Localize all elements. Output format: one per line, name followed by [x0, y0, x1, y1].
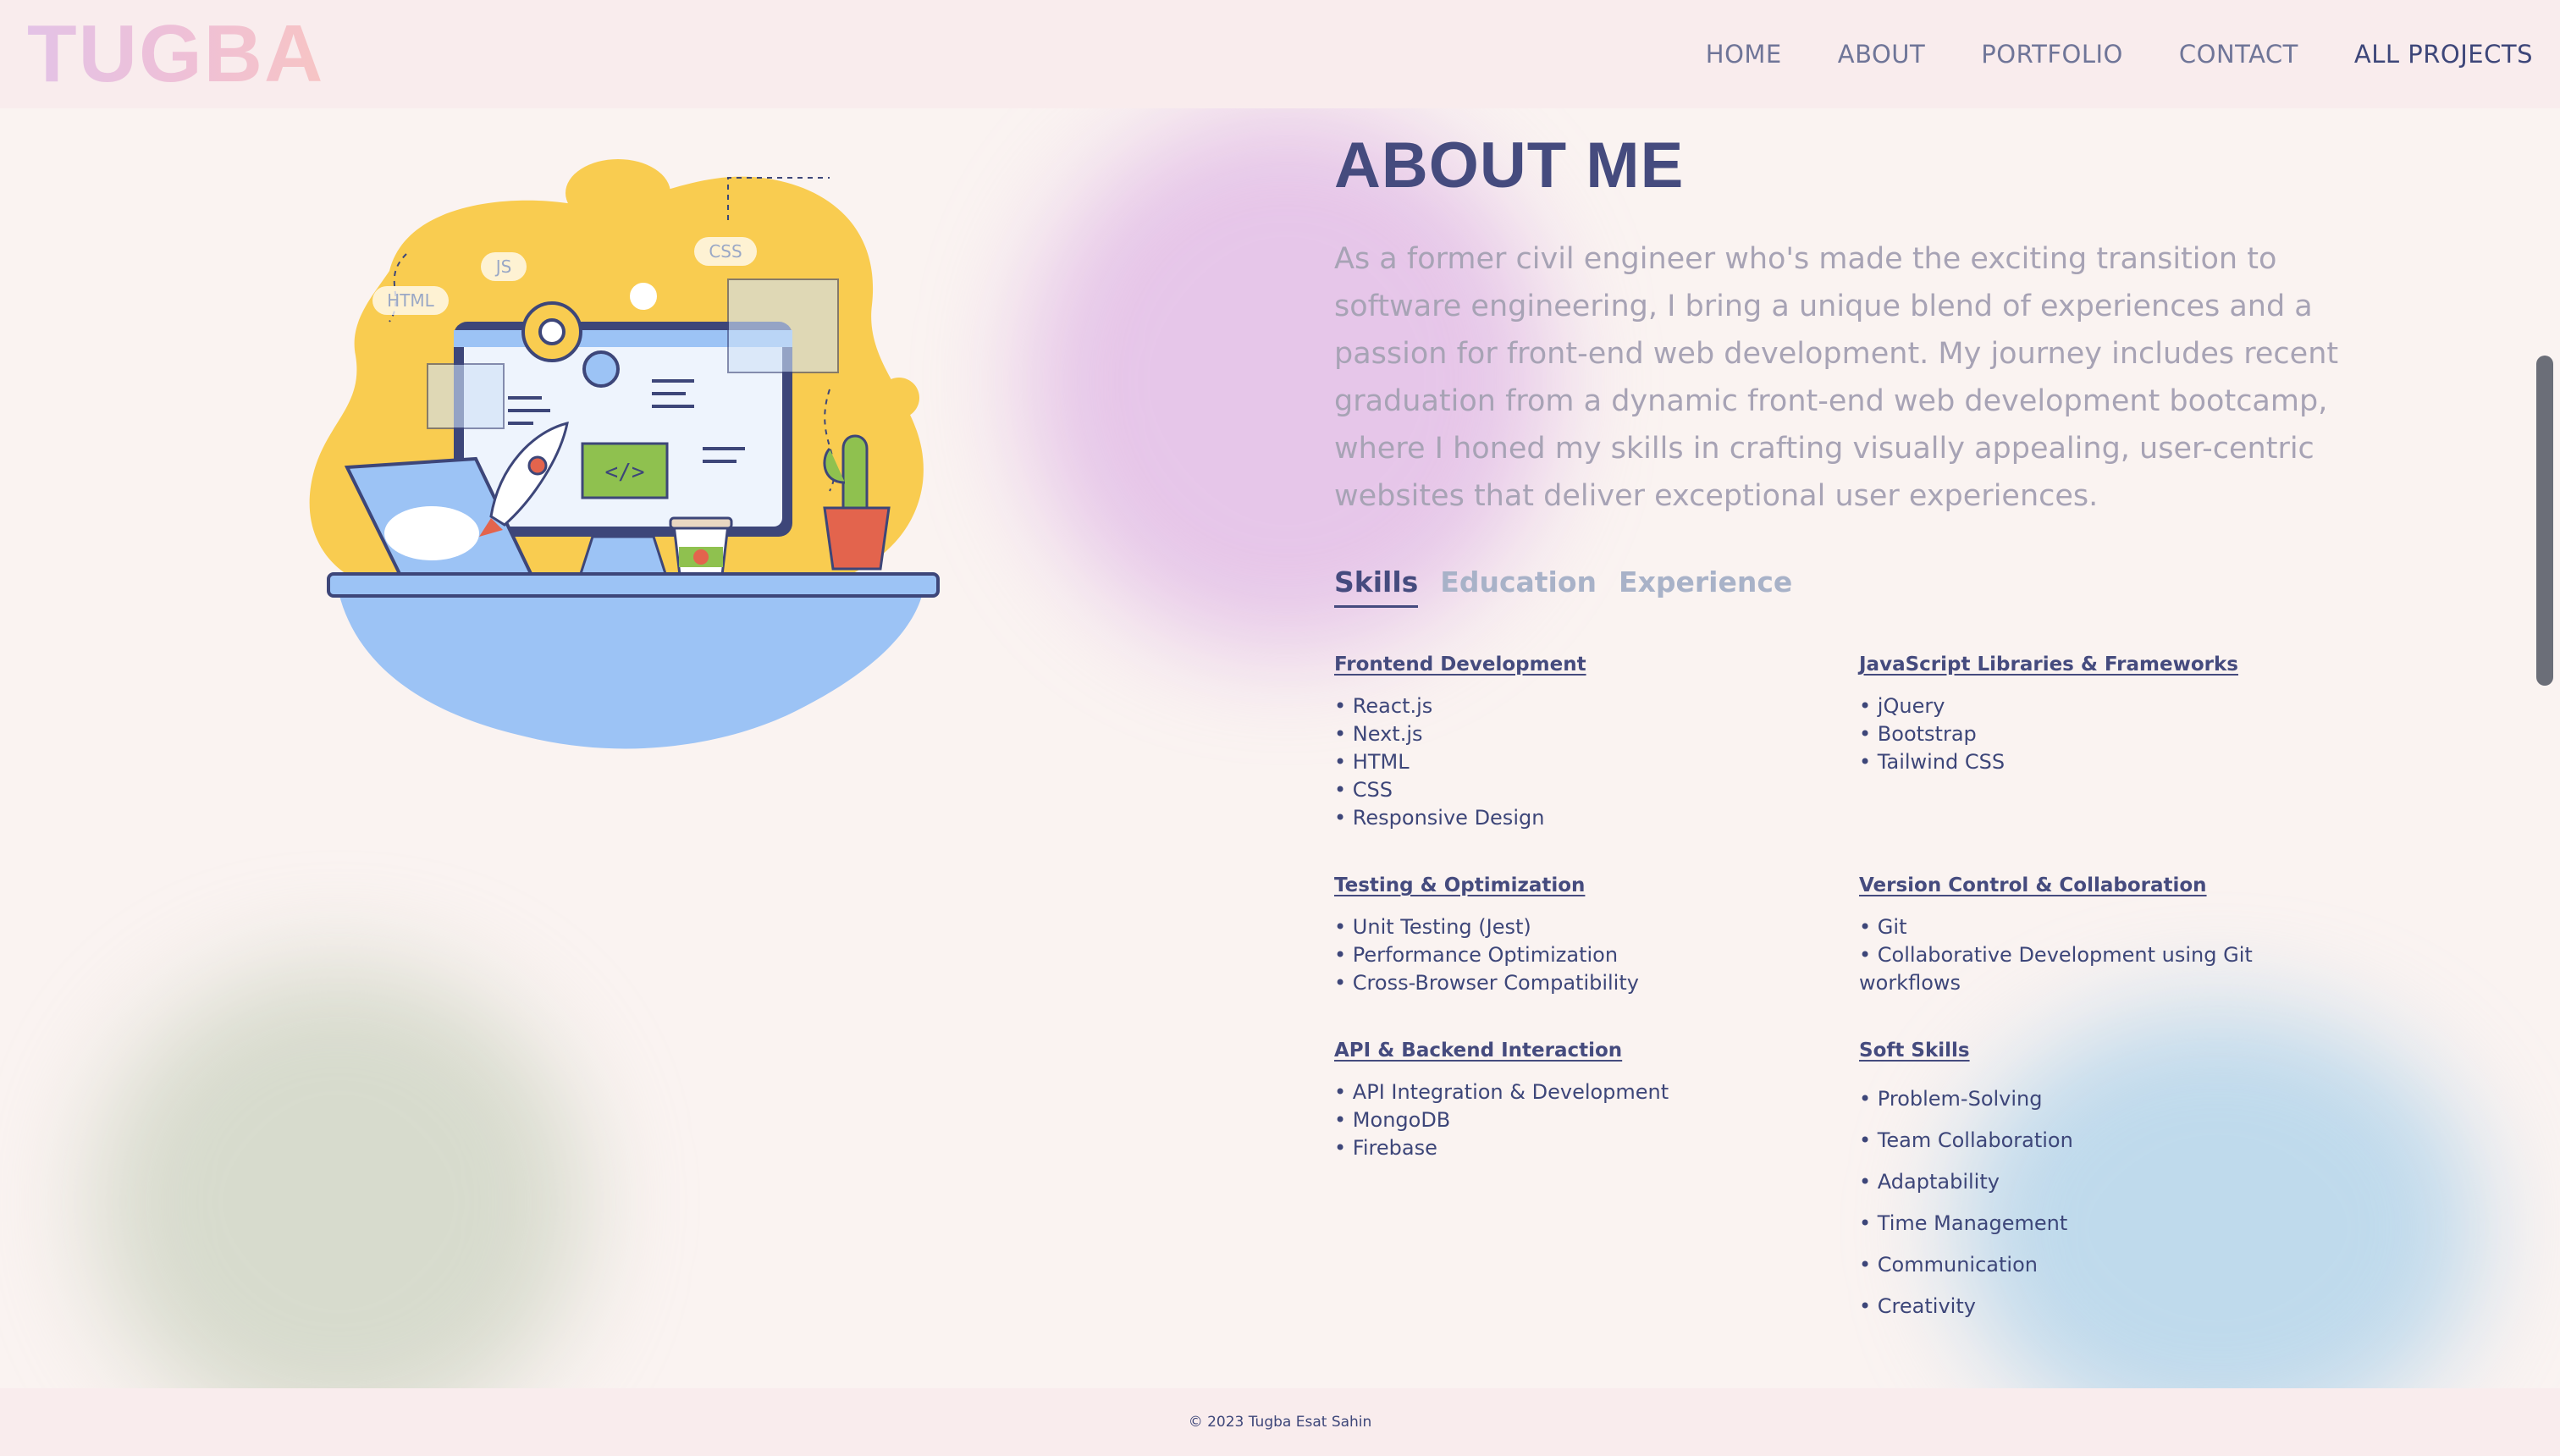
skill-item: Team Collaboration [1859, 1120, 2350, 1161]
skill-category-api-backend: API & Backend Interaction API Integratio… [1334, 1040, 1825, 1162]
skill-category-title: Version Control & Collaboration [1859, 874, 2207, 896]
skill-item: MongoDB [1334, 1106, 1825, 1134]
tab-skills[interactable]: Skills [1334, 565, 1419, 608]
skill-item: Problem-Solving [1859, 1078, 2350, 1120]
nav-about[interactable]: ABOUT [1838, 40, 1926, 69]
css-tag-label: CSS [709, 241, 742, 262]
skill-category-title: Frontend Development [1334, 654, 1586, 676]
skill-item: Creativity [1859, 1286, 2350, 1327]
skill-item: Cross-Browser Compatibility [1334, 969, 1825, 997]
skill-category-soft-skills: Soft Skills Problem-Solving Team Collabo… [1859, 1040, 2350, 1327]
skill-item: Adaptability [1859, 1161, 2350, 1203]
skill-category-title: Testing & Optimization [1334, 874, 1586, 896]
site-footer: © 2023 Tugba Esat Sahin [0, 1388, 2560, 1456]
skill-item: Performance Optimization [1334, 941, 1825, 969]
skill-item: Git [1859, 913, 2299, 941]
skill-category-testing: Testing & Optimization Unit Testing (Jes… [1334, 874, 1825, 997]
skill-item: CSS [1334, 776, 1825, 804]
site-header: TUGBA HOME ABOUT PORTFOLIO CONTACT ALL P… [0, 0, 2560, 108]
copyright-text: © 2023 Tugba Esat Sahin [1188, 1414, 1372, 1431]
skill-item: HTML [1334, 748, 1825, 776]
skill-category-title: JavaScript Libraries & Frameworks [1859, 654, 2238, 676]
tab-education[interactable]: Education [1440, 565, 1597, 608]
nav-home[interactable]: HOME [1706, 40, 1782, 69]
skill-item: Communication [1859, 1244, 2350, 1286]
skill-item: Firebase [1334, 1134, 1825, 1162]
skill-item: Collaborative Development using Git work… [1859, 941, 2299, 997]
skill-item: Next.js [1334, 720, 1825, 748]
skill-item: API Integration & Development [1334, 1078, 1825, 1106]
skill-category-version-control: Version Control & Collaboration Git Coll… [1859, 874, 2299, 997]
main-nav: HOME ABOUT PORTFOLIO CONTACT ALL PROJECT… [1706, 40, 2533, 69]
skill-item: Bootstrap [1859, 720, 2350, 748]
code-glyph: </> [605, 460, 645, 485]
tab-experience[interactable]: Experience [1619, 565, 1792, 608]
skill-category-title: API & Backend Interaction [1334, 1040, 1623, 1062]
about-tabs: Skills Education Experience [1334, 565, 2367, 608]
page-scrollbar[interactable] [2536, 356, 2553, 686]
skill-item: jQuery [1859, 692, 2350, 720]
nav-all-projects[interactable]: ALL PROJECTS [2354, 40, 2533, 69]
about-section: ABOUT ME As a former civil engineer who'… [1334, 134, 2367, 608]
site-logo[interactable]: TUGBA [27, 8, 324, 101]
nav-portfolio[interactable]: PORTFOLIO [1981, 40, 2123, 69]
skill-item: Responsive Design [1334, 804, 1825, 832]
skill-item: Tailwind CSS [1859, 748, 2350, 776]
skill-category-js-libraries: JavaScript Libraries & Frameworks jQuery… [1859, 654, 2350, 776]
html-tag-label: HTML [387, 290, 435, 311]
developer-workspace-illustration: HTML JS CSS </> [309, 159, 940, 749]
about-intro: As a former civil engineer who's made th… [1334, 242, 2339, 513]
skill-item: Unit Testing (Jest) [1334, 913, 1825, 941]
about-title: ABOUT ME [1334, 130, 1685, 201]
js-tag-label: JS [494, 256, 512, 277]
skill-category-frontend: Frontend Development React.js Next.js HT… [1334, 654, 1825, 832]
nav-contact[interactable]: CONTACT [2179, 40, 2298, 69]
decorative-green-blob [93, 965, 584, 1439]
skill-item: React.js [1334, 692, 1825, 720]
skill-category-title: Soft Skills [1859, 1040, 1970, 1062]
skill-item: Time Management [1859, 1203, 2350, 1244]
